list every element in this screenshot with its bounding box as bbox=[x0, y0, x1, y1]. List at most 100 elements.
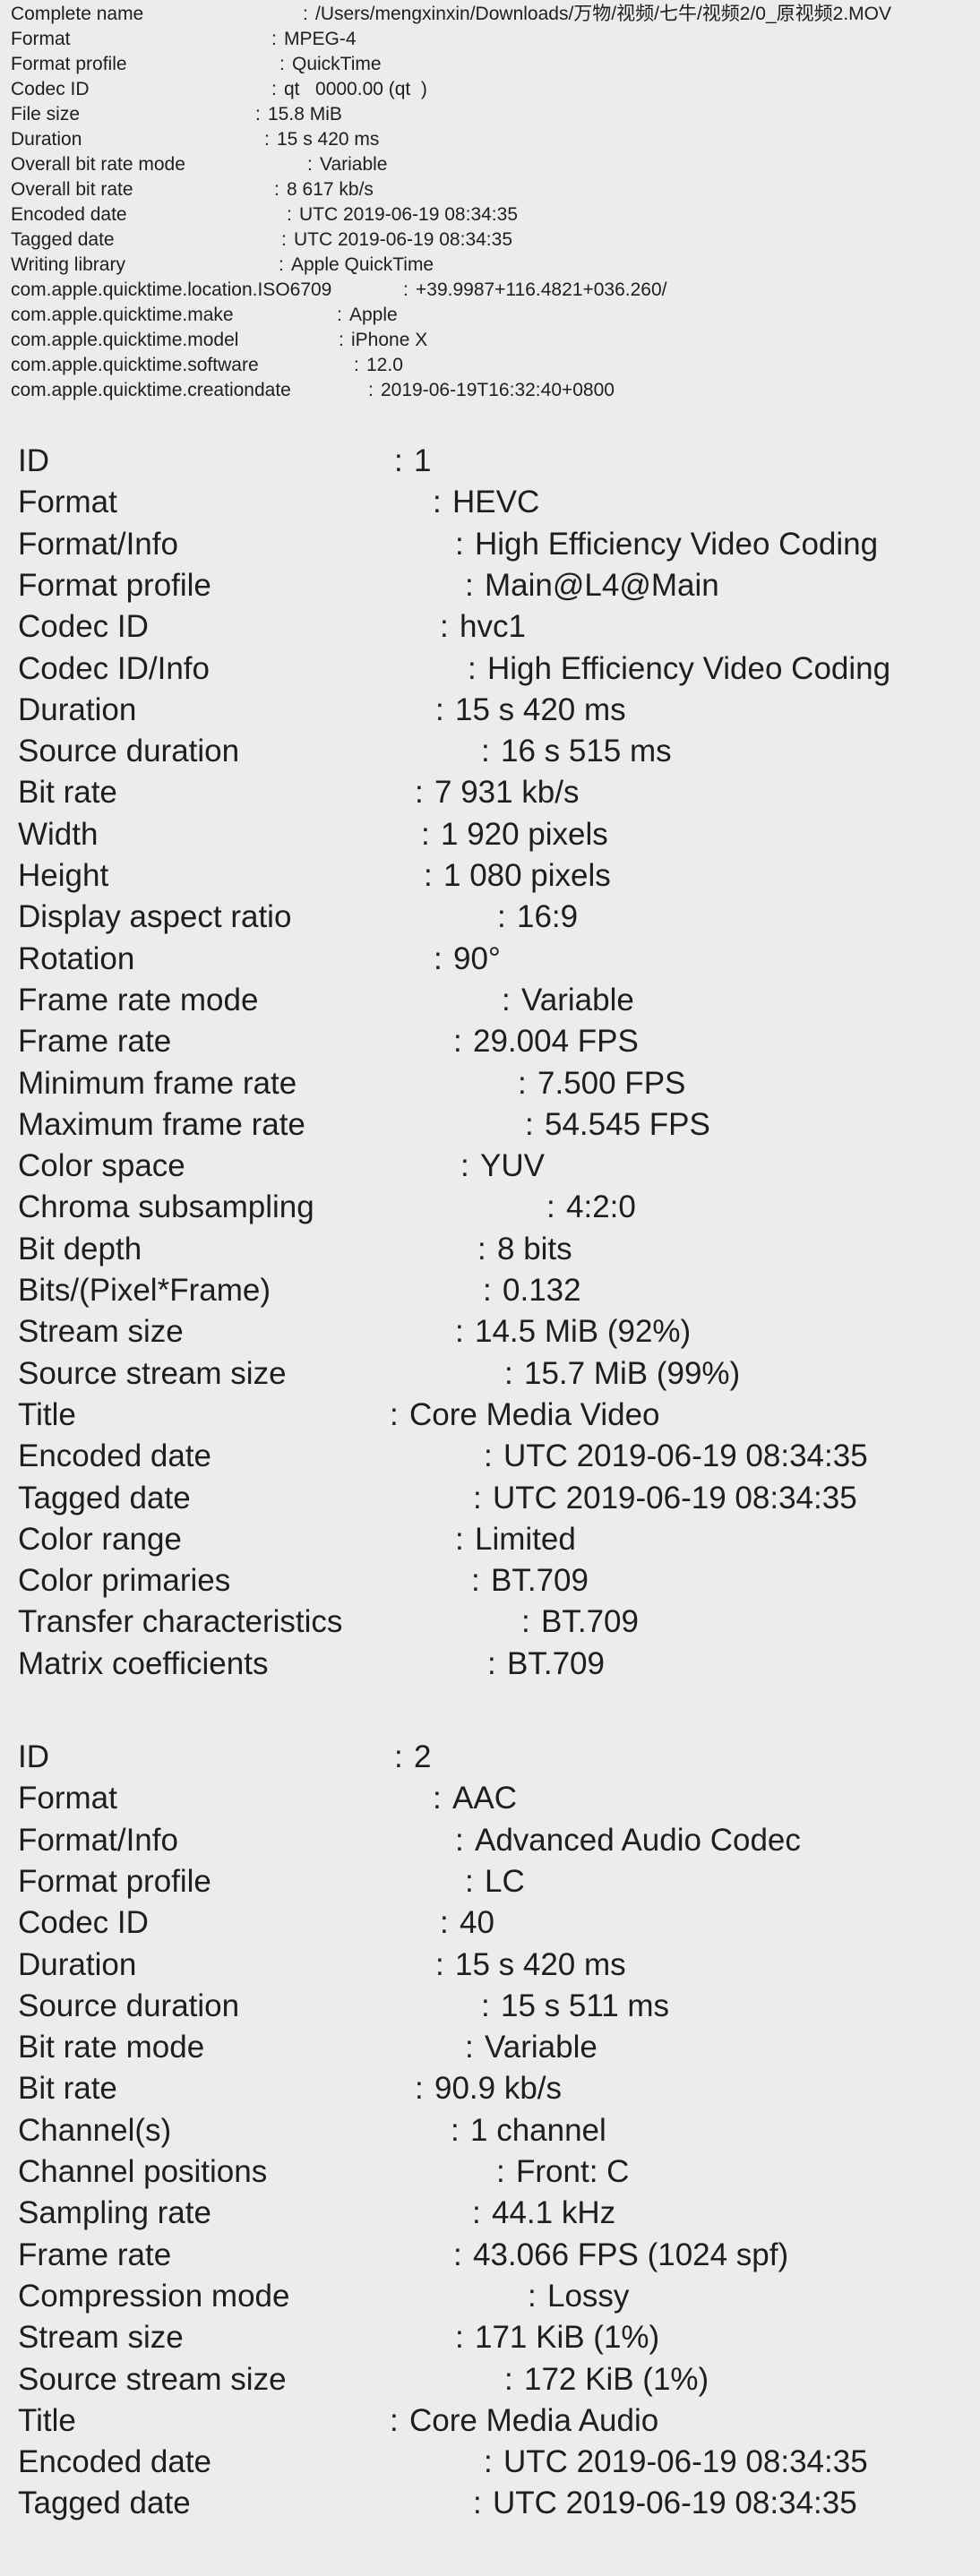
audio-row: Format profile: LC bbox=[18, 1861, 980, 1902]
field-label: Width bbox=[18, 816, 99, 852]
field-value: 14.5 MiB (92%) bbox=[475, 1314, 692, 1350]
field-value: Variable bbox=[521, 982, 634, 1018]
field-value: Main@L4@Main bbox=[485, 567, 719, 603]
field-label: Frame rate mode bbox=[18, 982, 259, 1018]
field-label: Stream size bbox=[18, 1314, 184, 1350]
field-label: Codec ID/Info bbox=[18, 650, 210, 686]
field-value: 15 s 420 ms bbox=[455, 1946, 626, 1982]
field-separator: : bbox=[496, 2154, 505, 2189]
field-separator: : bbox=[255, 104, 261, 125]
field-value: 1 channel bbox=[470, 2112, 606, 2148]
video-row: Width:1 920 pixels bbox=[18, 814, 980, 855]
field-label: Minimum frame rate bbox=[18, 1065, 297, 1101]
video-row: Title: Core Media Video bbox=[18, 1395, 980, 1436]
field-value: 4:2:0 bbox=[566, 1189, 636, 1225]
video-row: Transfer characteristics: BT.709 bbox=[18, 1601, 980, 1643]
field-value: BT.709 bbox=[507, 1645, 605, 1681]
field-separator: : bbox=[460, 1148, 469, 1184]
audio-row: Codec ID:40 bbox=[18, 1902, 980, 1944]
video-row: Frame rate mode: Variable bbox=[18, 980, 980, 1021]
field-value: UTC 2019-06-19 08:34:35 bbox=[294, 229, 512, 250]
field-separator: : bbox=[368, 380, 374, 400]
field-separator: : bbox=[481, 1988, 490, 2023]
video-row: Frame rate:29.004 FPS bbox=[18, 1021, 980, 1062]
field-value: 15.8 MiB bbox=[268, 104, 342, 125]
field-separator: : bbox=[424, 858, 433, 893]
field-separator: : bbox=[483, 1273, 492, 1308]
field-label: Compression mode bbox=[18, 2278, 290, 2314]
field-label: Duration bbox=[11, 129, 82, 150]
video-row: Codec ID: hvc1 bbox=[18, 606, 980, 648]
audio-row: Format/Info: Advanced Audio Codec bbox=[18, 1820, 980, 1861]
field-value: 1 080 pixels bbox=[443, 858, 611, 893]
field-label: Encoded date bbox=[18, 1438, 212, 1474]
field-value: Advanced Audio Codec bbox=[475, 1822, 801, 1858]
field-label: Codec ID bbox=[11, 79, 90, 99]
audio-row: Compression mode: Lossy bbox=[18, 2276, 980, 2317]
field-value: 1 920 pixels bbox=[441, 816, 608, 852]
field-label: com.apple.quicktime.location.ISO6709 bbox=[11, 279, 332, 300]
field-label: com.apple.quicktime.creationdate bbox=[11, 380, 291, 400]
audio-row: Frame rate:43.066 FPS (1024 spf) bbox=[18, 2235, 980, 2276]
field-separator: : bbox=[504, 2361, 513, 2397]
video-row: Color primaries: BT.709 bbox=[18, 1560, 980, 1601]
field-value: 40 bbox=[460, 1905, 494, 1941]
field-value: Apple QuickTime bbox=[291, 254, 434, 275]
general-row: Overall bit rate:8 617 kb/s bbox=[11, 177, 980, 202]
field-separator: : bbox=[455, 1314, 464, 1350]
field-label: Format bbox=[11, 29, 71, 49]
field-separator: : bbox=[433, 1781, 442, 1816]
field-value: QuickTime bbox=[292, 54, 382, 74]
video-row: ID:1 bbox=[18, 441, 980, 482]
field-separator: : bbox=[435, 1946, 444, 1982]
video-row: Format profile: Main@L4@Main bbox=[18, 565, 980, 606]
field-label: Matrix coefficients bbox=[18, 1645, 269, 1681]
field-separator: : bbox=[271, 79, 277, 99]
field-label: Height bbox=[18, 858, 109, 893]
field-label: com.apple.quicktime.model bbox=[11, 330, 239, 350]
field-value: High Efficiency Video Coding bbox=[487, 650, 891, 686]
general-row: com.apple.quicktime.software:12.0 bbox=[11, 353, 980, 378]
field-separator: : bbox=[451, 2112, 460, 2148]
field-separator: : bbox=[339, 330, 344, 350]
field-value: 2 bbox=[414, 1739, 432, 1774]
field-value: 171 KiB (1%) bbox=[475, 2320, 660, 2356]
field-value: Variable bbox=[320, 154, 388, 175]
field-label: Color range bbox=[18, 1521, 182, 1557]
field-separator: : bbox=[455, 526, 464, 562]
field-separator: : bbox=[274, 179, 279, 200]
field-value: 29.004 FPS bbox=[473, 1024, 639, 1060]
field-value: 16:9 bbox=[517, 899, 579, 935]
field-label: Color primaries bbox=[18, 1563, 231, 1599]
field-label: Channel(s) bbox=[18, 2112, 172, 2148]
field-label: Source stream size bbox=[18, 2361, 287, 2397]
field-value: 7.500 FPS bbox=[537, 1065, 686, 1101]
field-value: 90.9 kb/s bbox=[434, 2071, 563, 2107]
field-separator: : bbox=[264, 129, 270, 150]
field-separator: : bbox=[403, 279, 408, 300]
field-label: Overall bit rate bbox=[11, 179, 133, 200]
field-separator: : bbox=[433, 485, 442, 520]
general-row: com.apple.quicktime.location.ISO6709: +39… bbox=[11, 278, 980, 303]
field-label: ID bbox=[18, 1739, 49, 1774]
field-value: High Efficiency Video Coding bbox=[475, 526, 879, 562]
field-label: Tagged date bbox=[18, 2486, 191, 2521]
video-row: Bit rate:7 931 kb/s bbox=[18, 772, 980, 813]
field-value: iPhone X bbox=[351, 330, 428, 350]
field-value: 7 931 kb/s bbox=[434, 775, 580, 811]
audio-row: Sampling rate:44.1 kHz bbox=[18, 2193, 980, 2234]
video-row: Bit depth:8 bits bbox=[18, 1229, 980, 1270]
field-separator: : bbox=[481, 734, 490, 769]
field-label: Maximum frame rate bbox=[18, 1106, 305, 1142]
field-label: Title bbox=[18, 1396, 76, 1432]
field-label: Format profile bbox=[18, 1863, 211, 1899]
field-label: Codec ID bbox=[18, 1905, 149, 1941]
field-label: Source duration bbox=[18, 1988, 240, 2023]
field-label: Format profile bbox=[18, 567, 211, 603]
audio-row: ID:2 bbox=[18, 1737, 980, 1778]
field-value: 15.7 MiB (99%) bbox=[524, 1355, 741, 1391]
field-value: 54.545 FPS bbox=[545, 1106, 710, 1142]
general-row: Complete name: /Users/mengxinxin/Download… bbox=[11, 2, 980, 27]
field-separator: : bbox=[435, 691, 444, 727]
field-value: 8 bits bbox=[497, 1231, 572, 1267]
